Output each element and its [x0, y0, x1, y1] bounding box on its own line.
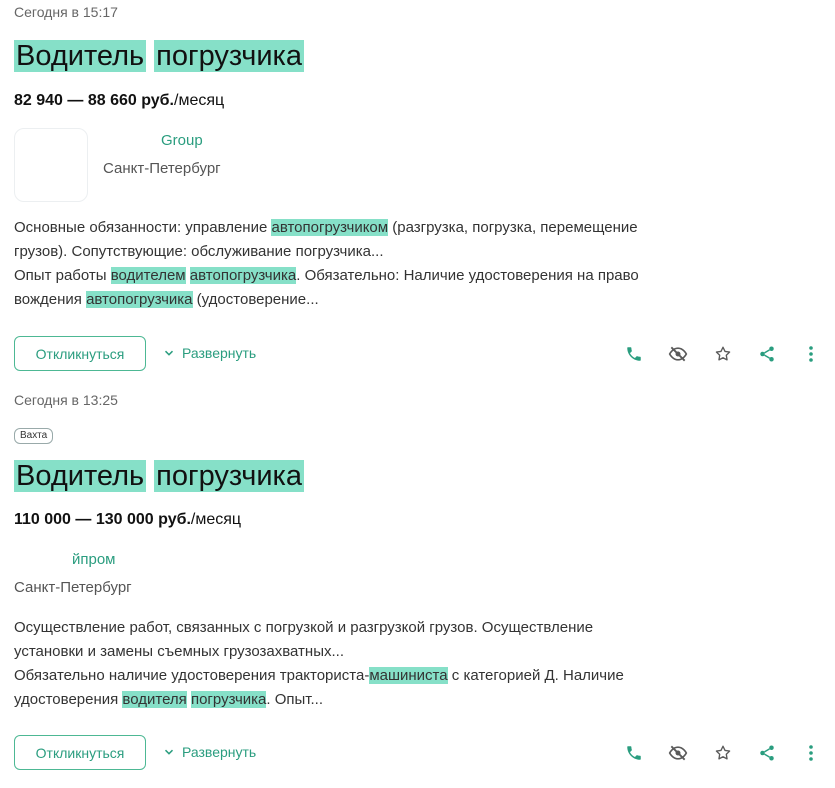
publish-date: Сегодня в 13:25: [14, 392, 118, 408]
description-requirements: Обязательно наличие удостоверения тракто…: [14, 667, 624, 708]
phone-icon[interactable]: [620, 340, 648, 368]
description-requirements: Опыт работы водителем автопогрузчика. Об…: [14, 267, 639, 308]
highlighted-term: водителем: [110, 267, 186, 284]
vacancy-description: Основные обязанности: управление автопог…: [14, 216, 654, 312]
highlighted-term: автопогрузчиком: [271, 219, 389, 236]
chevron-down-icon: [164, 345, 174, 361]
salary-range: 82 940 — 88 660 руб.: [14, 92, 174, 109]
respond-button[interactable]: Откликнуться: [14, 735, 146, 770]
share-icon[interactable]: [753, 739, 781, 767]
highlighted-term: автопогрузчика: [189, 267, 297, 284]
publish-date: Сегодня в 15:17: [14, 4, 118, 20]
title-word: Водитель: [14, 460, 147, 492]
hide-eye-icon[interactable]: [664, 739, 692, 767]
description-responsibilities: Осуществление работ, связанных с погрузк…: [14, 619, 594, 660]
star-icon[interactable]: [709, 739, 737, 767]
description-responsibilities: Основные обязанности: управление автопог…: [14, 219, 638, 260]
vacancy-actions: [620, 339, 825, 369]
highlighted-term: автопогрузчика: [86, 291, 193, 308]
phone-icon[interactable]: [620, 739, 648, 767]
shift-work-badge: Вахта: [14, 428, 54, 444]
vacancy-description: Осуществление работ, связанных с погрузк…: [14, 616, 654, 712]
share-icon[interactable]: [753, 340, 781, 368]
expand-button[interactable]: Развернуть: [164, 345, 256, 361]
company-name-link[interactable]: йпром: [72, 551, 116, 568]
expand-label: Развернуть: [182, 744, 257, 760]
vacancy-title-link[interactable]: Водитель погрузчика: [14, 38, 304, 74]
expand-label: Развернуть: [182, 345, 257, 361]
title-word: погрузчика: [154, 40, 304, 72]
highlighted-term: водителя: [122, 691, 187, 708]
salary: 82 940 — 88 660 руб./месяц: [14, 92, 224, 110]
star-icon[interactable]: [709, 340, 737, 368]
vacancy-title-link[interactable]: Водитель погрузчика: [14, 458, 304, 494]
city: Санкт-Петербург: [14, 579, 132, 596]
hide-eye-icon[interactable]: [664, 340, 692, 368]
salary: 110 000 — 130 000 руб./месяц: [14, 511, 241, 529]
salary-unit: /месяц: [190, 511, 242, 528]
company-logo[interactable]: [14, 128, 88, 202]
vacancy-actions: [620, 738, 825, 768]
more-vertical-icon[interactable]: [797, 340, 825, 368]
chevron-down-icon: [164, 744, 174, 760]
highlighted-term: погрузчика: [190, 691, 267, 708]
salary-range: 110 000 — 130 000 руб.: [14, 511, 191, 528]
more-vertical-icon[interactable]: [797, 739, 825, 767]
company-name-link[interactable]: Group: [161, 132, 203, 149]
title-word: погрузчика: [154, 460, 304, 492]
highlighted-term: машиниста: [369, 667, 448, 684]
respond-button[interactable]: Откликнуться: [14, 336, 146, 371]
expand-button[interactable]: Развернуть: [164, 744, 256, 760]
salary-unit: /месяц: [174, 92, 225, 109]
title-word: Водитель: [14, 40, 147, 72]
city: Санкт-Петербург: [103, 160, 221, 177]
